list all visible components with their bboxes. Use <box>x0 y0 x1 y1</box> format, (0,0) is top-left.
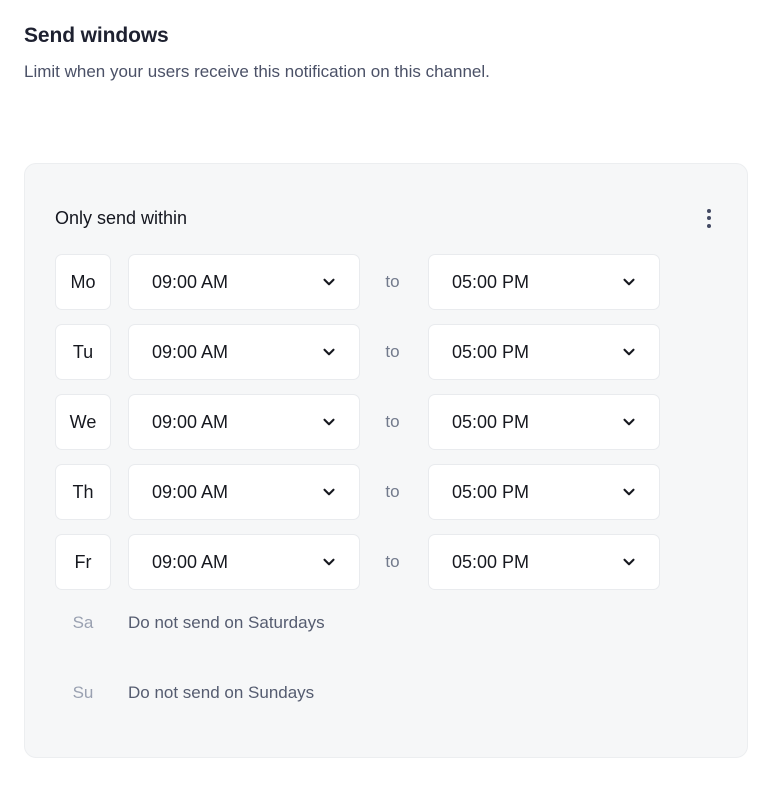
disabled-row-su[interactable]: Su Do not send on Sundays <box>55 674 727 712</box>
chevron-down-icon <box>321 554 337 570</box>
to-label: to <box>385 272 400 291</box>
to-label: to <box>385 552 400 571</box>
chevron-down-icon <box>621 484 637 500</box>
card-title: Only send within <box>55 208 188 228</box>
send-windows-page: Send windows Limit when your users recei… <box>0 0 776 790</box>
end-time-value: 05:00 PM <box>452 551 530 572</box>
schedule-row: We 09:00 AM to 05:00 PM <box>55 394 727 450</box>
kebab-dot <box>707 216 711 220</box>
chevron-down-icon <box>321 414 337 430</box>
kebab-dot <box>707 208 711 213</box>
start-time-select-th[interactable]: 09:00 AM <box>128 464 360 520</box>
end-time-select-fr[interactable]: 05:00 PM <box>428 534 660 590</box>
kebab-menu-icon[interactable] <box>695 204 723 232</box>
chevron-down-icon <box>321 344 337 360</box>
end-time-select-tu[interactable]: 05:00 PM <box>428 324 660 380</box>
start-time-select-mo[interactable]: 09:00 AM <box>128 254 360 310</box>
disabled-row-sa[interactable]: Sa Do not send on Saturdays <box>55 604 727 642</box>
start-time-value: 09:00 AM <box>152 551 229 572</box>
day-chip-we[interactable]: We <box>55 394 111 450</box>
start-time-value: 09:00 AM <box>152 411 229 432</box>
start-time-select-we[interactable]: 09:00 AM <box>128 394 360 450</box>
send-window-card: Only send within Mo 09:00 AM to 05:00 PM… <box>24 163 748 758</box>
start-time-value: 09:00 AM <box>152 481 229 502</box>
end-time-value: 05:00 PM <box>452 271 530 292</box>
start-time-select-tu[interactable]: 09:00 AM <box>128 324 360 380</box>
day-chip-tu[interactable]: Tu <box>55 324 111 380</box>
schedule-row: Fr 09:00 AM to 05:00 PM <box>55 534 727 590</box>
disabled-message-su: Do not send on Sundays <box>128 683 315 702</box>
day-label-su: Su <box>72 683 94 702</box>
section-header: Send windows Limit when your users recei… <box>24 22 684 90</box>
schedule-row: Th 09:00 AM to 05:00 PM <box>55 464 727 520</box>
day-chip-fr[interactable]: Fr <box>55 534 111 590</box>
to-label: to <box>385 482 400 501</box>
to-label: to <box>385 342 400 361</box>
day-chip-th[interactable]: Th <box>55 464 111 520</box>
chevron-down-icon <box>321 484 337 500</box>
schedule-rows: Mo 09:00 AM to 05:00 PM Tu 09:00 AM to 0… <box>55 254 727 712</box>
day-chip-mo[interactable]: Mo <box>55 254 111 310</box>
day-label-sa: Sa <box>72 613 94 632</box>
start-time-value: 09:00 AM <box>152 271 229 292</box>
start-time-select-fr[interactable]: 09:00 AM <box>128 534 360 590</box>
page-title: Send windows <box>24 24 169 47</box>
kebab-dot <box>707 223 711 228</box>
page-description: Limit when your users receive this notif… <box>24 62 490 81</box>
end-time-select-th[interactable]: 05:00 PM <box>428 464 660 520</box>
end-time-select-mo[interactable]: 05:00 PM <box>428 254 660 310</box>
chevron-down-icon <box>621 344 637 360</box>
end-time-select-we[interactable]: 05:00 PM <box>428 394 660 450</box>
chevron-down-icon <box>621 274 637 290</box>
end-time-value: 05:00 PM <box>452 411 530 432</box>
end-time-value: 05:00 PM <box>452 341 530 362</box>
schedule-row: Tu 09:00 AM to 05:00 PM <box>55 324 727 380</box>
disabled-message-sa: Do not send on Saturdays <box>128 613 325 632</box>
chevron-down-icon <box>321 274 337 290</box>
to-label: to <box>385 412 400 431</box>
end-time-value: 05:00 PM <box>452 481 530 502</box>
chevron-down-icon <box>621 554 637 570</box>
card-header: Only send within <box>55 204 725 232</box>
schedule-row: Mo 09:00 AM to 05:00 PM <box>55 254 727 310</box>
start-time-value: 09:00 AM <box>152 341 229 362</box>
chevron-down-icon <box>621 414 637 430</box>
